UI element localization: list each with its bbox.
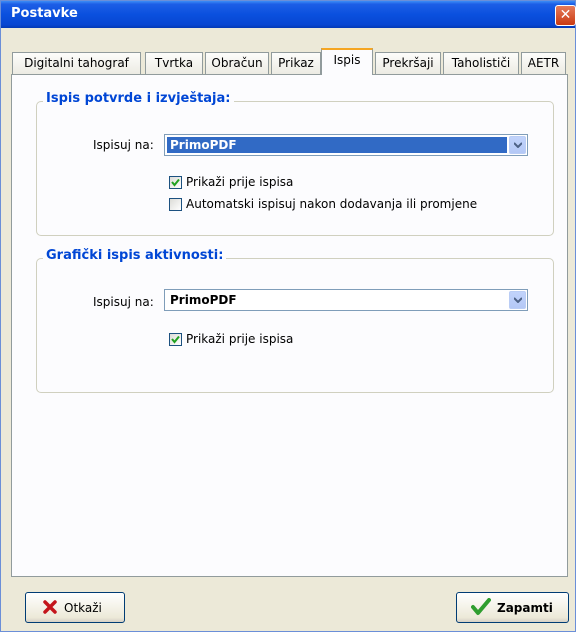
tab-prikaz[interactable]: Prikaz xyxy=(271,52,321,74)
preview-checkbox-2[interactable] xyxy=(169,333,182,346)
preview-checkbox-1[interactable] xyxy=(169,176,182,189)
group-title-print-confirmations: Ispis potvrde i izvještaja: xyxy=(43,91,234,106)
printer-label-1: Ispisuj na: xyxy=(93,138,154,152)
close-icon: ✕ xyxy=(559,7,572,23)
title-bar[interactable]: Postavke ✕ xyxy=(1,1,576,28)
preview-checkbox-label-1[interactable]: Prikaži prije ispisa xyxy=(186,175,293,189)
window-title: Postavke xyxy=(11,6,78,21)
preview-checkbox-label-2[interactable]: Prikaži prije ispisa xyxy=(186,332,293,346)
save-button-label: Zapamti xyxy=(497,601,553,615)
tab-aetr[interactable]: AETR xyxy=(521,52,566,74)
printer-select-1[interactable]: PrimoPDF xyxy=(164,134,528,156)
checkmark-icon xyxy=(471,598,491,619)
printer-select-value-2: PrimoPDF xyxy=(170,293,237,307)
auto-print-checkbox-label[interactable]: Automatski ispisuj nakon dodavanja ili p… xyxy=(186,197,477,211)
group-graphic-print xyxy=(36,258,554,393)
group-title-graphic-print: Grafički ispis aktivnosti: xyxy=(43,248,227,263)
tab-digitalni-tahograf[interactable]: Digitalni tahograf xyxy=(12,52,141,74)
checkmark-icon xyxy=(171,178,180,187)
printer-select-value-1: PrimoPDF xyxy=(167,137,507,153)
settings-dialog: Postavke ✕ Digitalni tahograf Tvrtka Obr… xyxy=(0,0,576,632)
printer-label-2: Ispisuj na: xyxy=(93,295,154,309)
tab-prekrsaji[interactable]: Prekršaji xyxy=(375,52,441,74)
tab-ispis[interactable]: Ispis xyxy=(321,48,373,75)
close-button[interactable]: ✕ xyxy=(555,5,576,26)
checkmark-icon xyxy=(171,335,180,344)
save-button[interactable]: Zapamti xyxy=(456,592,569,623)
x-icon xyxy=(43,600,57,617)
printer-select-2[interactable]: PrimoPDF xyxy=(164,289,528,311)
group-print-confirmations xyxy=(36,101,554,236)
chevron-down-icon[interactable] xyxy=(509,136,526,154)
tab-taholistici[interactable]: Taholističi xyxy=(443,52,519,74)
tab-tvrtka[interactable]: Tvrtka xyxy=(145,52,203,74)
chevron-down-icon[interactable] xyxy=(509,291,526,309)
auto-print-checkbox[interactable] xyxy=(169,198,182,211)
tab-obracun[interactable]: Obračun xyxy=(205,52,269,74)
cancel-button-label: Otkaži xyxy=(64,601,102,615)
cancel-button[interactable]: Otkaži xyxy=(25,592,125,623)
